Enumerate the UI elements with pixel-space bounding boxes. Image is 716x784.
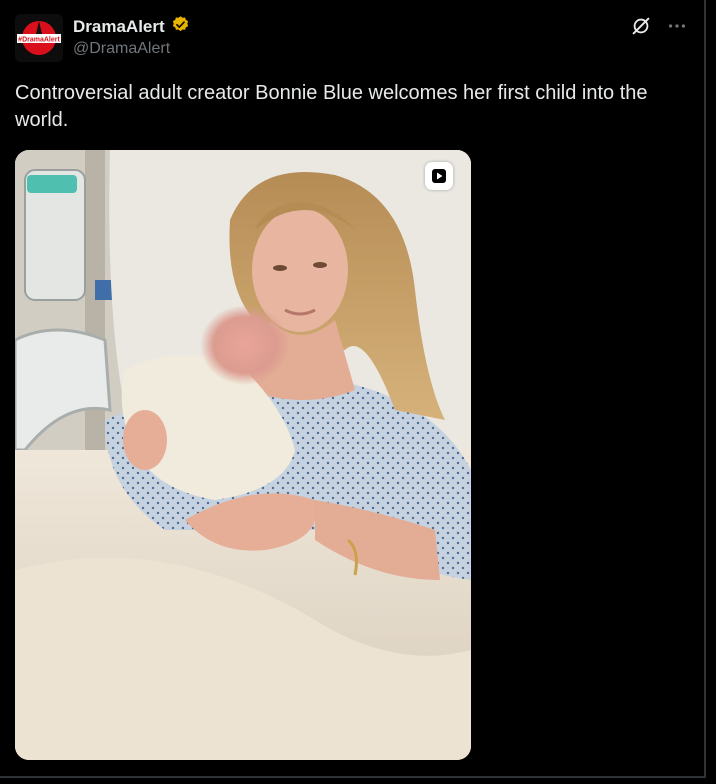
header-actions: [629, 14, 689, 38]
grok-icon[interactable]: [629, 14, 653, 38]
dramaalert-logo-icon: #DramaAlert: [15, 14, 63, 62]
more-options-icon[interactable]: [665, 14, 689, 38]
media-thumbnail: [15, 150, 471, 760]
author-handle[interactable]: @DramaAlert: [73, 40, 170, 58]
avatar-logo-text: #DramaAlert: [18, 37, 60, 44]
avatar[interactable]: #DramaAlert: [15, 14, 63, 62]
author-name-row: DramaAlert: [73, 15, 190, 39]
play-icon: [432, 169, 446, 183]
tweet-media-video[interactable]: [15, 150, 471, 760]
verified-badge-icon: [171, 15, 190, 39]
author-display-name[interactable]: DramaAlert: [73, 17, 165, 37]
video-badge[interactable]: [425, 162, 453, 190]
tweet-header: #DramaAlert DramaAlert @DramaAlert: [15, 12, 689, 62]
tweet-card[interactable]: #DramaAlert DramaAlert @DramaAlert Contr…: [0, 0, 706, 778]
tweet-text: Controversial adult creator Bonnie Blue …: [15, 82, 648, 131]
